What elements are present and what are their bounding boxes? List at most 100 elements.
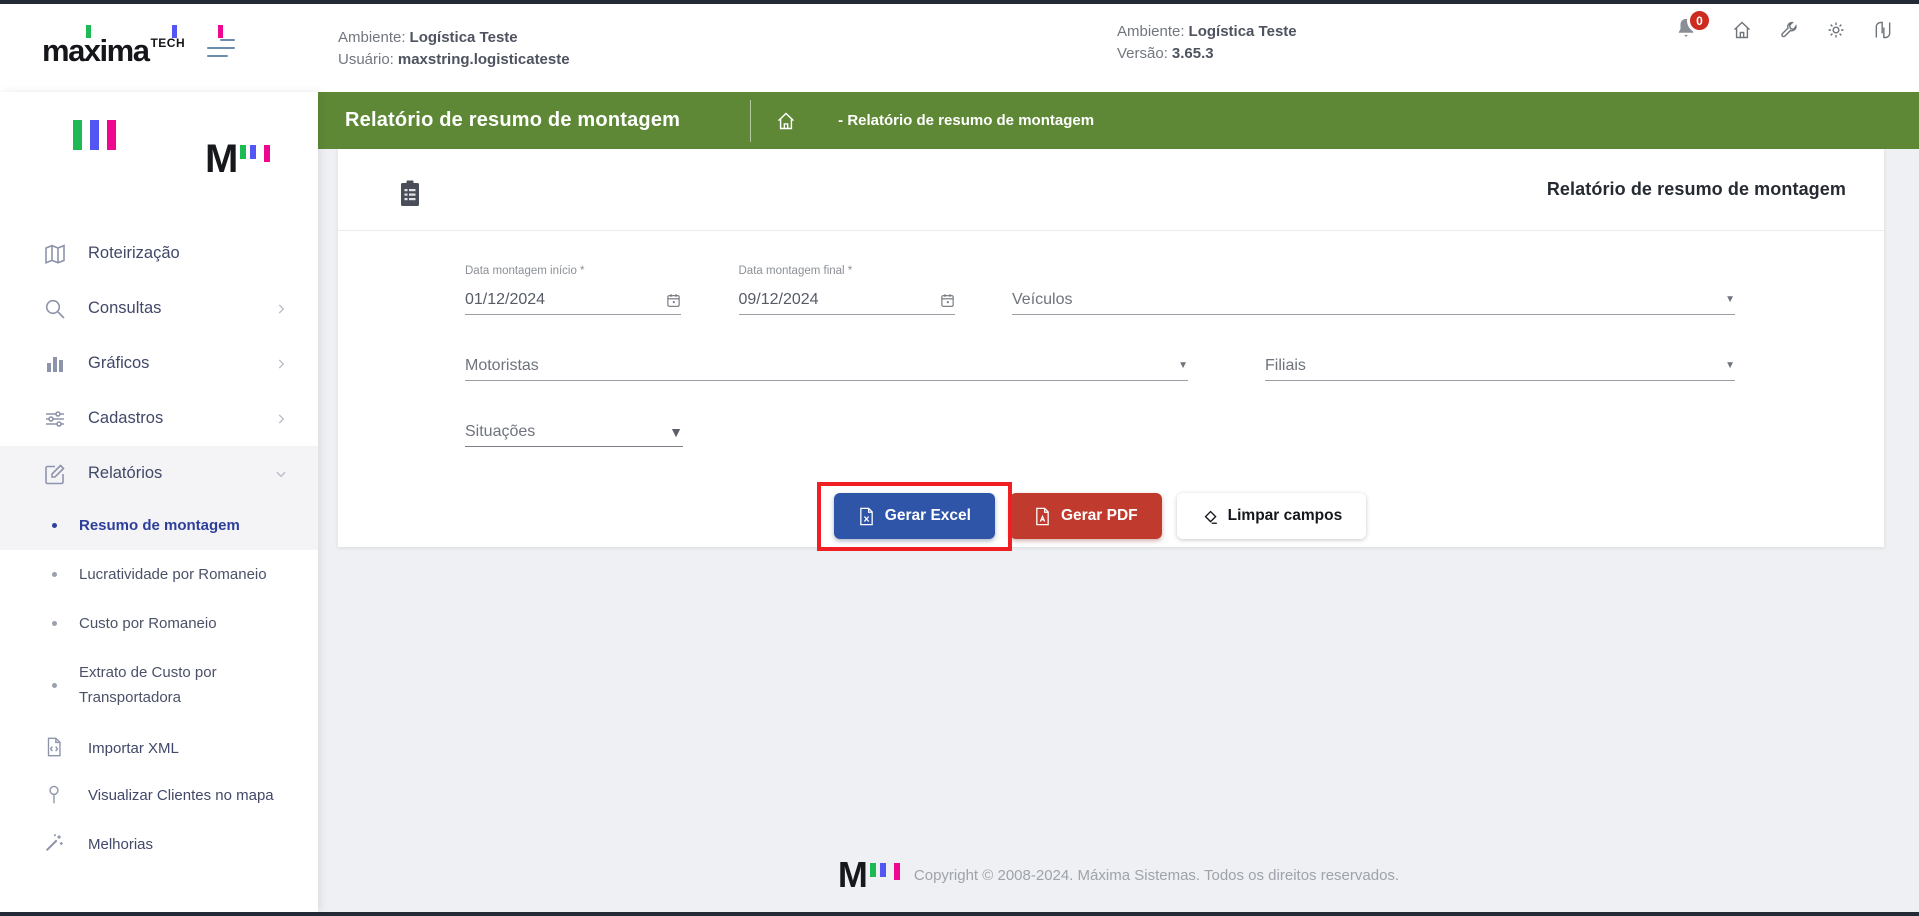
gerar-excel-label: Gerar Excel xyxy=(885,507,971,525)
versao-value: 3.65.3 xyxy=(1172,45,1214,62)
sidebar-item-importar-xml[interactable]: Importar XML xyxy=(0,722,318,774)
dropdown-arrow-icon[interactable]: ▼ xyxy=(669,424,683,440)
bar-chart-icon xyxy=(43,352,67,376)
dropdown-arrow-icon[interactable]: ▼ xyxy=(1725,294,1735,305)
sidebar-item-label: Consultas xyxy=(88,299,161,318)
bullet-icon xyxy=(52,683,57,688)
wrench-icon[interactable] xyxy=(1779,20,1799,40)
menu-toggle-icon[interactable] xyxy=(207,39,235,57)
relatorios-group: Relatórios Resumo de montagem xyxy=(0,446,318,550)
gerar-pdf-button[interactable]: Gerar PDF xyxy=(1010,493,1162,539)
situacoes-placeholder[interactable]: Situações xyxy=(465,423,669,441)
sidebar-item-label: Importar XML xyxy=(88,740,179,757)
sidebar-subitem-extrato-custo[interactable]: Extrato de Custo por Transportadora xyxy=(0,648,318,722)
bullet-icon xyxy=(52,523,57,528)
limpar-campos-label: Limpar campos xyxy=(1228,507,1343,525)
sidebar-item-graficos[interactable]: Gráficos xyxy=(0,336,318,391)
sidebar-item-label: Melhorias xyxy=(88,836,153,853)
search-icon xyxy=(43,297,67,321)
chevron-right-icon xyxy=(274,302,288,316)
content-area: Relatório de resumo de montagem Data mon… xyxy=(318,149,1919,912)
form-actions: Gerar Excel Gerar PDF Limpar campos xyxy=(465,493,1735,539)
file-code-icon xyxy=(43,736,67,760)
date-start-value[interactable]: 01/12/2024 xyxy=(465,291,666,309)
m-logo-letter: M xyxy=(205,142,236,176)
logo-tech-text: TECH xyxy=(150,36,185,50)
subitem-label: Extrato de Custo por Transportadora xyxy=(79,660,278,710)
logo-pink-mark xyxy=(218,25,223,38)
app-page: maximaTECH Ambiente:Logística Teste Usuá… xyxy=(0,0,1919,916)
date-start-field[interactable]: Data montagem início * 01/12/2024 xyxy=(465,265,681,315)
pdf-file-icon xyxy=(1034,507,1051,526)
sidebar-item-label: Visualizar Clientes no mapa xyxy=(88,785,274,807)
excel-file-icon xyxy=(858,507,875,526)
date-end-field[interactable]: Data montagem final * 09/12/2024 xyxy=(739,265,955,315)
notifications-button[interactable]: 0 xyxy=(1675,16,1705,44)
sidebar-item-relatorios[interactable]: Relatórios xyxy=(0,446,318,501)
veiculos-select[interactable]: Veículos ▼ xyxy=(1012,265,1735,315)
sidebar-subitem-resumo-montagem[interactable]: Resumo de montagem xyxy=(0,501,318,550)
motoristas-placeholder[interactable]: Motoristas xyxy=(465,357,1178,375)
settings-gear-icon[interactable] xyxy=(1826,20,1846,40)
sidebar-item-consultas[interactable]: Consultas xyxy=(0,281,318,336)
notification-badge: 0 xyxy=(1687,8,1712,33)
gerar-pdf-label: Gerar PDF xyxy=(1061,507,1138,525)
chevron-right-icon xyxy=(274,357,288,371)
subitem-label: Resumo de montagem xyxy=(79,513,240,538)
versao-label: Versão: xyxy=(1117,45,1168,62)
copyright-text: Copyright © 2008-2024. Máxima Sistemas. … xyxy=(914,867,1399,884)
calendar-icon[interactable] xyxy=(666,292,681,308)
date-end-value[interactable]: 09/12/2024 xyxy=(739,291,940,309)
logo-area: maximaTECH xyxy=(0,27,318,69)
situacoes-select[interactable]: Situações ▼ xyxy=(465,397,683,447)
sidebar-item-visualizar-clientes[interactable]: Visualizar Clientes no mapa xyxy=(0,774,318,818)
page-title: Relatório de resumo de montagem xyxy=(345,109,680,132)
sliders-icon xyxy=(43,407,67,431)
bottom-edge-strip xyxy=(0,912,1919,916)
bullet-icon xyxy=(52,572,57,577)
gerar-excel-button[interactable]: Gerar Excel xyxy=(834,493,995,539)
sidebar-item-melhorias[interactable]: Melhorias xyxy=(0,818,318,870)
dropdown-arrow-icon[interactable]: ▼ xyxy=(1725,360,1735,371)
sidebar-item-roteirizacao[interactable]: Roteirização xyxy=(0,226,318,281)
logo-text: maxima xyxy=(42,33,148,68)
logo-blue-mark xyxy=(172,25,177,38)
breadcrumb: - Relatório de resumo de montagem xyxy=(838,112,1094,129)
date-end-label: Data montagem final * xyxy=(739,265,955,285)
chevron-down-icon xyxy=(274,467,288,481)
map-icon xyxy=(43,242,67,266)
filiais-placeholder[interactable]: Filiais xyxy=(1265,357,1725,375)
limpar-campos-button[interactable]: Limpar campos xyxy=(1177,493,1367,539)
report-form-card: Relatório de resumo de montagem Data mon… xyxy=(338,149,1884,547)
usuario-label: Usuário: xyxy=(338,51,394,68)
ambiente-value: Logística Teste xyxy=(410,29,518,46)
breadcrumb-home-icon[interactable] xyxy=(776,111,796,131)
topbar: maximaTECH Ambiente:Logística Teste Usuá… xyxy=(0,4,1919,92)
clipboard-icon xyxy=(398,179,422,207)
filiais-select[interactable]: Filiais ▼ xyxy=(1265,331,1735,381)
main-area: Relatório de resumo de montagem - Relató… xyxy=(318,92,1919,912)
report-form: Data montagem início * 01/12/2024 Data m… xyxy=(338,231,1884,539)
dropdown-arrow-icon[interactable]: ▼ xyxy=(1178,360,1188,371)
environment-user-info: Ambiente:Logística Teste Usuário:maxstri… xyxy=(338,29,570,68)
logout-icon[interactable] xyxy=(1873,20,1893,40)
ambiente2-label: Ambiente: xyxy=(1117,23,1185,40)
bullet-icon xyxy=(52,621,57,626)
maximatech-logo: maximaTECH xyxy=(42,27,185,69)
sidebar-item-cadastros[interactable]: Cadastros xyxy=(0,391,318,446)
veiculos-placeholder[interactable]: Veículos xyxy=(1012,291,1725,309)
footer-m-letter: M xyxy=(838,860,866,890)
sidebar-subitem-lucratividade[interactable]: Lucratividade por Romaneio xyxy=(0,550,318,599)
sidebar-item-label: Gráficos xyxy=(88,354,149,373)
m-logo: M xyxy=(205,142,270,176)
date-start-label: Data montagem início * xyxy=(465,265,681,285)
home-icon[interactable] xyxy=(1732,20,1752,40)
sidebar-subitem-custo-romaneio[interactable]: Custo por Romaneio xyxy=(0,599,318,648)
magic-wand-icon xyxy=(43,832,67,856)
map-pin-icon xyxy=(43,784,67,808)
eraser-icon xyxy=(1201,507,1218,526)
logo-bars-icon xyxy=(73,120,116,150)
footer-m-logo: M xyxy=(838,860,900,890)
motoristas-select[interactable]: Motoristas ▼ xyxy=(465,331,1188,381)
calendar-icon[interactable] xyxy=(940,292,955,308)
